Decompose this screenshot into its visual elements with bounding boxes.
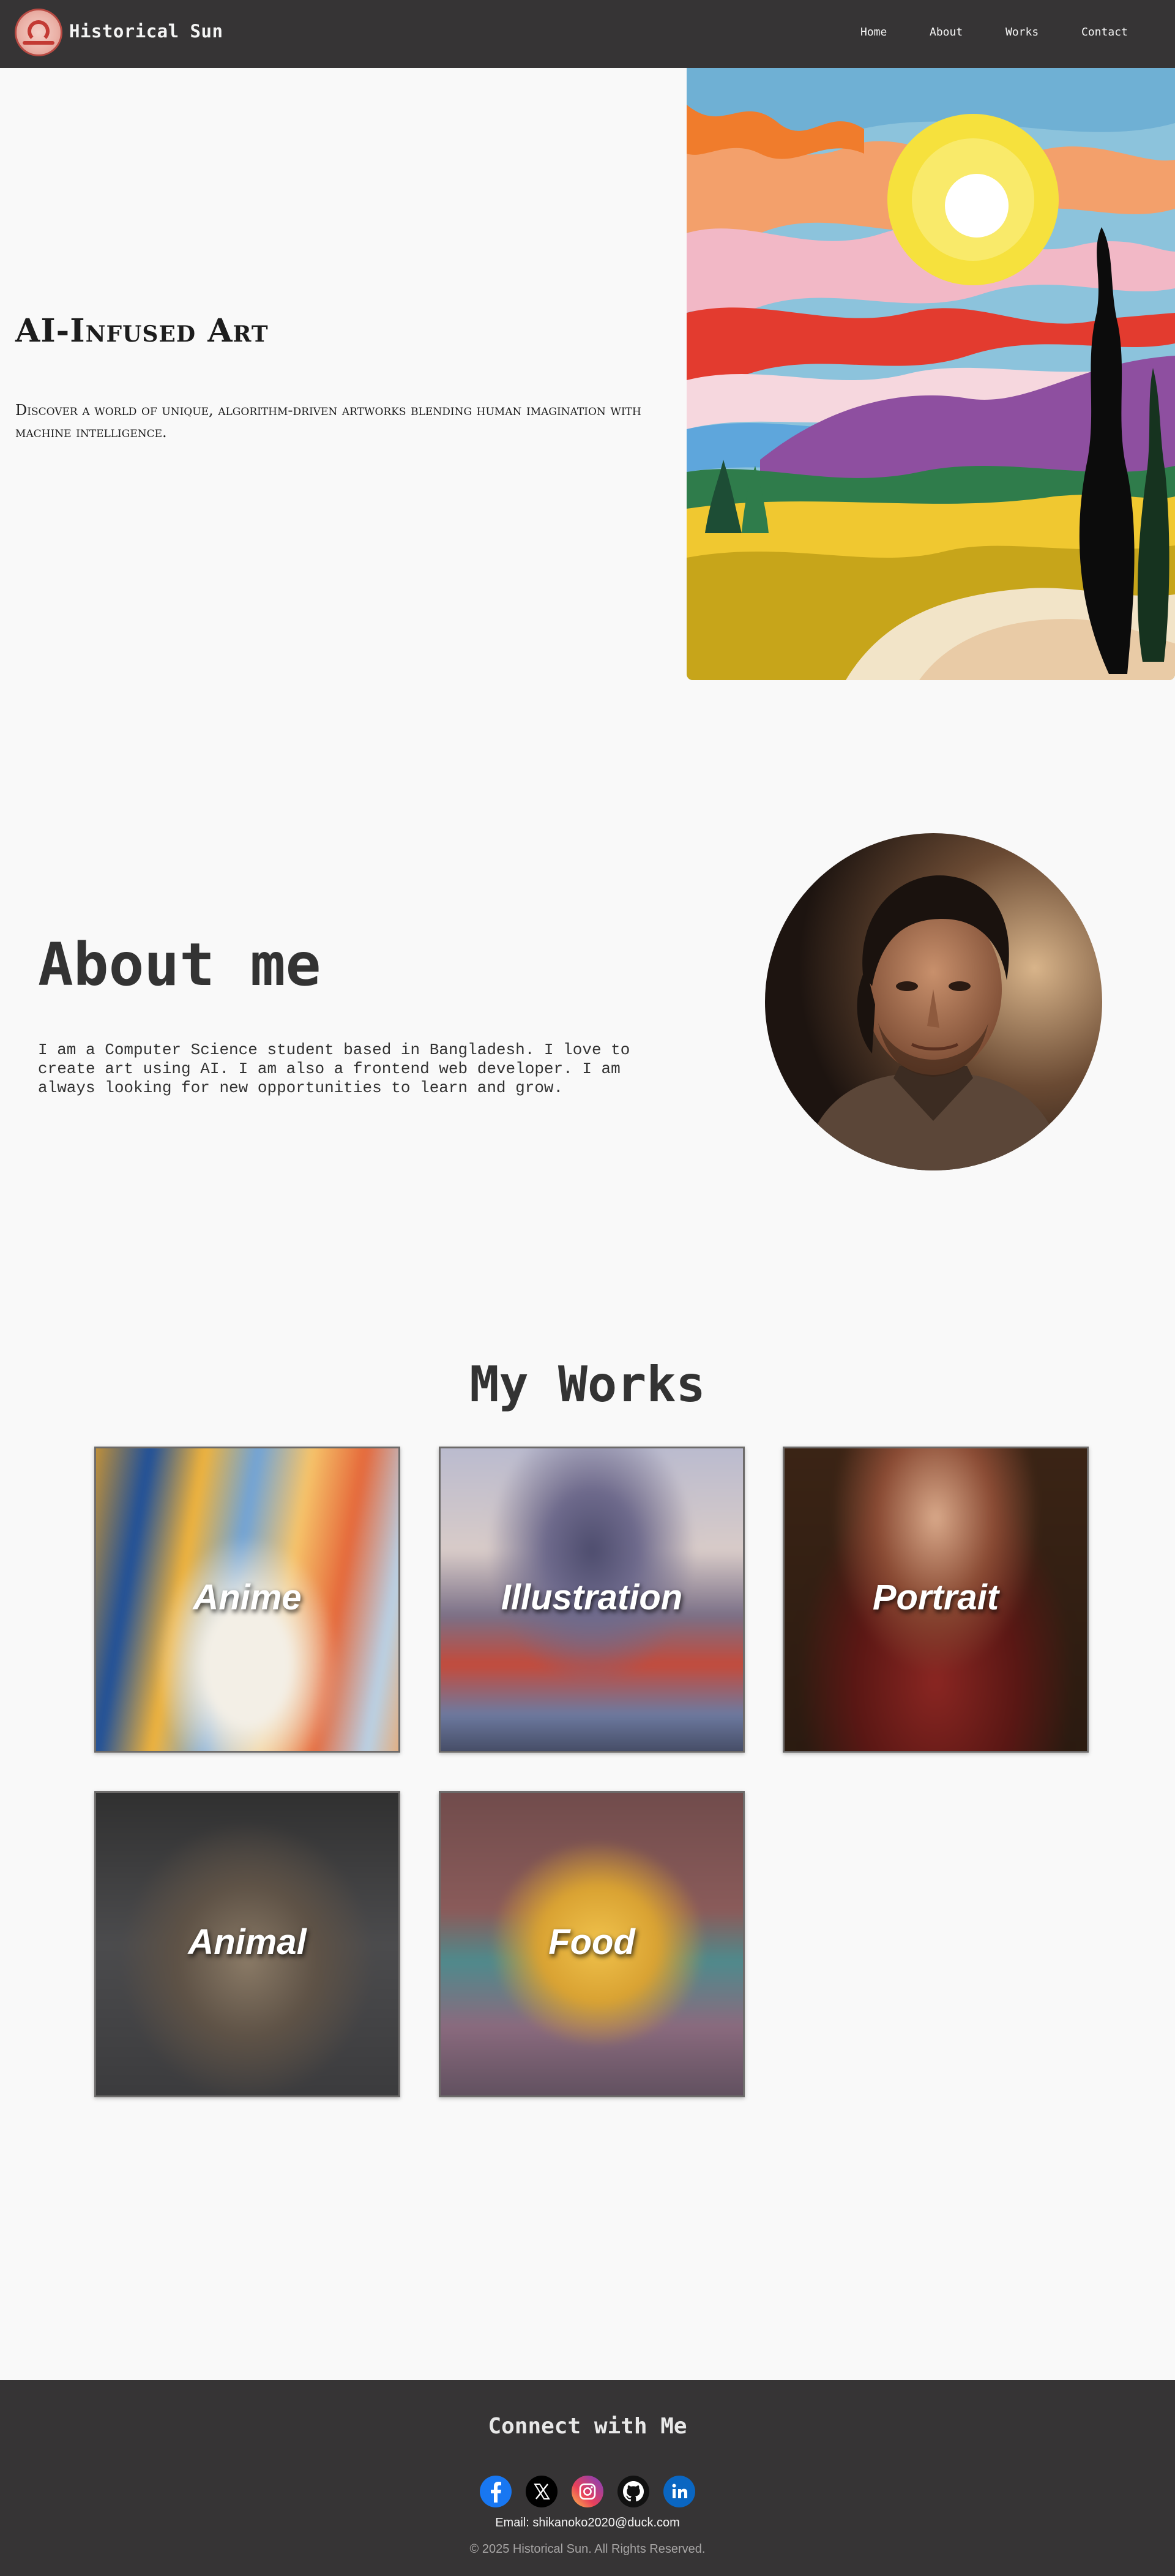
- nav-link-contact[interactable]: Contact: [1081, 26, 1128, 39]
- logo-icon[interactable]: [15, 9, 62, 56]
- nav-link-about[interactable]: About: [930, 26, 963, 39]
- work-card-illustration[interactable]: Illustration: [439, 1447, 745, 1753]
- work-card-animal[interactable]: Animal: [94, 1791, 400, 2097]
- about-description: I am a Computer Science student based in…: [38, 1041, 630, 1097]
- about-title: About me: [38, 930, 321, 999]
- work-card-anime[interactable]: Anime: [94, 1447, 400, 1753]
- nav-link-home[interactable]: Home: [860, 26, 887, 39]
- profile-photo: [765, 833, 1102, 1170]
- footer: Connect with Me Email: shikanoko2020@duc…: [0, 2380, 1175, 2576]
- hero-artwork: [687, 68, 1175, 680]
- work-card-portrait[interactable]: Portrait: [783, 1447, 1089, 1753]
- top-navbar: Historical Sun Home About Works Contact: [0, 0, 1175, 68]
- instagram-icon[interactable]: [572, 2476, 603, 2507]
- footer-title: Connect with Me: [488, 2414, 687, 2439]
- hero-title: AI-Infused Art: [15, 312, 269, 350]
- brand-name[interactable]: Historical Sun: [69, 21, 223, 42]
- facebook-icon[interactable]: [480, 2476, 512, 2507]
- nav-link-works[interactable]: Works: [1005, 26, 1039, 39]
- linkedin-icon[interactable]: [663, 2476, 695, 2507]
- work-card-label: Anime: [193, 1578, 302, 1617]
- x-icon[interactable]: [526, 2476, 558, 2507]
- work-card-food[interactable]: Food: [439, 1791, 745, 2097]
- footer-email[interactable]: Email: shikanoko2020@duck.com: [0, 2516, 1175, 2530]
- work-card-label: Portrait: [872, 1578, 999, 1617]
- github-icon[interactable]: [617, 2476, 649, 2507]
- work-card-label: Animal: [188, 1922, 307, 1962]
- work-card-label: Food: [548, 1922, 635, 1962]
- works-title: My Works: [469, 1356, 706, 1413]
- footer-copyright: © 2025 Historical Sun. All Rights Reserv…: [469, 2542, 706, 2556]
- work-card-label: Illustration: [501, 1578, 683, 1617]
- hero-description: Discover a world of unique, algorithm-dr…: [15, 402, 641, 441]
